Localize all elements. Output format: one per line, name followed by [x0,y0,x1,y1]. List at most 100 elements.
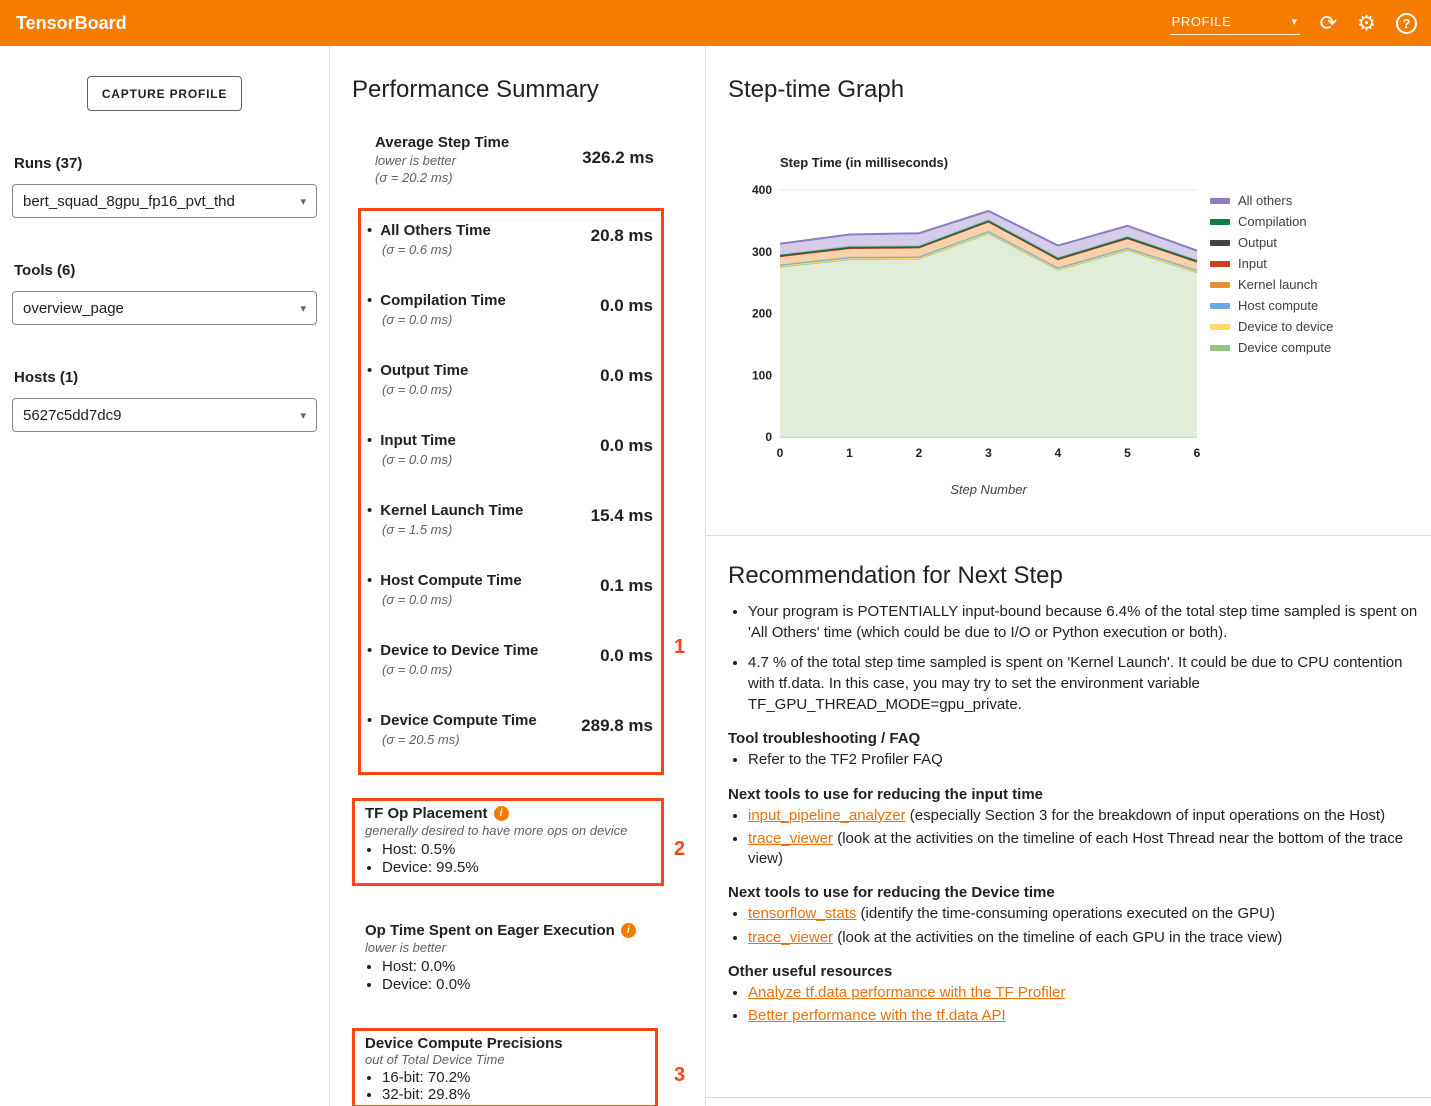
recommendation-section-list: input_pipeline_analyzer (especially Sect… [728,806,1423,870]
settings-button[interactable]: ⚙ [1357,13,1376,34]
recommendation-item-text: (especially Section 3 for the breakdown … [906,807,1385,824]
recommendation-section: Recommendation for Next Step Your progra… [728,562,1423,1029]
sidebar: CAPTURE PROFILE Runs (37) bert_squad_8gp… [0,46,330,1106]
chart-legend: All others Compilation Output Input Kernel l… [1210,190,1333,358]
recommendation-link[interactable]: trace_viewer [748,929,833,946]
metric-label: Device to Device Time [380,642,538,659]
info-icon[interactable]: i [621,923,636,938]
hosts-label: Hosts (1) [14,369,313,386]
recommendation-link[interactable]: trace_viewer [748,830,833,847]
svg-text:0: 0 [765,430,772,444]
legend-item: Input [1210,253,1333,274]
legend-item: All others [1210,190,1333,211]
tf-op-placement-title-text: TF Op Placement [365,805,488,822]
recommendation-item: Refer to the TF2 Profiler FAQ [748,750,1423,770]
annotation-number-2: 2 [674,838,685,861]
legend-label: Input [1238,256,1267,271]
metric-row: Device Compute Time(σ = 20.5 ms)289.8 ms [361,701,661,771]
chart-axis-title: Step Time (in milliseconds) [780,155,948,170]
step-time-chart[interactable]: 01002003004000123456 [740,183,1210,473]
legend-item: Device to device [1210,316,1333,337]
legend-label: All others [1238,193,1292,208]
recommendation-link[interactable]: tensorflow_stats [748,905,856,922]
section-divider [706,535,1431,536]
recommendation-item-text: (look at the activities on the timeline … [833,929,1282,946]
svg-text:0: 0 [777,446,784,460]
help-icon: ? [1396,13,1417,34]
runs-select[interactable]: bert_squad_8gpu_fp16_pvt_thd ▾ [12,184,317,218]
metric-value: 0.0 ms [600,366,653,386]
recommendation-link[interactable]: input_pipeline_analyzer [748,807,906,824]
svg-text:400: 400 [752,183,772,197]
reload-button[interactable]: ⟳ [1320,13,1338,34]
eager-execution-title-text: Op Time Spent on Eager Execution [365,922,615,939]
average-step-time-value: 326.2 ms [582,148,654,168]
annotation-box-3: Device Compute Precisions out of Total D… [352,1028,658,1106]
metric-label: Output Time [380,362,468,379]
chevron-down-icon: ▾ [1291,15,1297,28]
chevron-down-icon: ▾ [300,302,306,315]
chevron-down-icon: ▾ [300,409,306,422]
capture-profile-button[interactable]: CAPTURE PROFILE [87,76,242,111]
recommendation-item: tensorflow_stats (identify the time-cons… [748,904,1423,924]
legend-label: Kernel launch [1238,277,1318,292]
metric-label: Input Time [380,432,456,449]
bottom-divider [706,1097,1431,1098]
dashboard-selector-value: PROFILE [1172,14,1232,29]
eager-execution-title: Op Time Spent on Eager Execution i [365,922,654,940]
help-button[interactable]: ? [1396,13,1417,34]
tools-select-value: overview_page [23,300,124,317]
chevron-down-icon: ▾ [300,195,306,208]
device-compute-precisions-list: 16-bit: 70.2%32-bit: 29.8% [365,1069,645,1103]
metric-row: Host Compute Time(σ = 0.0 ms)0.1 ms [361,561,661,631]
dashboard-selector[interactable]: PROFILE ▾ [1170,12,1300,35]
recommendation-item-text: Refer to the TF2 Profiler FAQ [748,751,943,768]
info-icon[interactable]: i [494,806,509,821]
svg-text:6: 6 [1194,446,1201,460]
svg-text:100: 100 [752,368,772,382]
reload-icon: ⟳ [1320,12,1338,35]
list-item: Host: 0.5% [382,841,651,859]
tools-select[interactable]: overview_page ▾ [12,291,317,325]
annotation-number-1: 1 [674,636,685,659]
tf-op-placement-note: generally desired to have more ops on de… [365,823,651,839]
annotation-box-1: All Others Time(σ = 0.6 ms)20.8 msCompil… [358,208,664,775]
recommendation-item: Better performance with the tf.data API [748,1006,1423,1026]
recommendation-bullet: 4.7 % of the total step time sampled is … [748,653,1423,715]
metric-row: All Others Time(σ = 0.6 ms)20.8 ms [361,211,661,281]
list-item: 16-bit: 70.2% [382,1069,645,1086]
recommendation-item: trace_viewer (look at the activities on … [748,829,1423,870]
legend-swatch-icon [1210,282,1230,288]
recommendation-section-list: tensorflow_stats (identify the time-cons… [728,904,1423,948]
svg-text:200: 200 [752,307,772,321]
recommendation-section-heading: Next tools to use for reducing the input… [728,786,1423,803]
annotation-number-3: 3 [674,1064,685,1087]
legend-swatch-icon [1210,219,1230,225]
recommendation-item: trace_viewer (look at the activities on … [748,928,1423,948]
recommendation-section-heading: Next tools to use for reducing the Devic… [728,884,1423,901]
metric-value: 0.1 ms [600,576,653,596]
recommendation-section-list: Refer to the TF2 Profiler FAQ [728,750,1423,770]
tools-label: Tools (6) [14,262,313,279]
step-time-graph-panel: Step-time Graph Step Time (in millisecon… [706,46,1431,1106]
metric-value: 15.4 ms [591,506,653,526]
metric-value: 0.0 ms [600,436,653,456]
metric-row: Device to Device Time(σ = 0.0 ms)0.0 ms [361,631,661,701]
eager-execution-block: Op Time Spent on Eager Executioni lower … [352,918,664,994]
legend-item: Compilation [1210,211,1333,232]
recommendation-section-heading: Tool troubleshooting / FAQ [728,730,1423,747]
recommendation-link[interactable]: Analyze tf.data performance with the TF … [748,984,1065,1001]
hosts-select[interactable]: 5627c5dd7dc9 ▾ [12,398,317,432]
svg-text:300: 300 [752,245,772,259]
metric-row: Kernel Launch Time(σ = 1.5 ms)15.4 ms [361,491,661,561]
metric-label: Device Compute Time [380,712,536,729]
legend-label: Output [1238,235,1277,250]
svg-text:3: 3 [985,446,992,460]
recommendation-link[interactable]: Better performance with the tf.data API [748,1007,1006,1024]
metric-row: Input Time(σ = 0.0 ms)0.0 ms [361,421,661,491]
legend-swatch-icon [1210,345,1230,351]
legend-swatch-icon [1210,261,1230,267]
legend-item: Output [1210,232,1333,253]
runs-label: Runs (37) [14,155,313,172]
list-item: Device: 99.5% [382,859,651,877]
